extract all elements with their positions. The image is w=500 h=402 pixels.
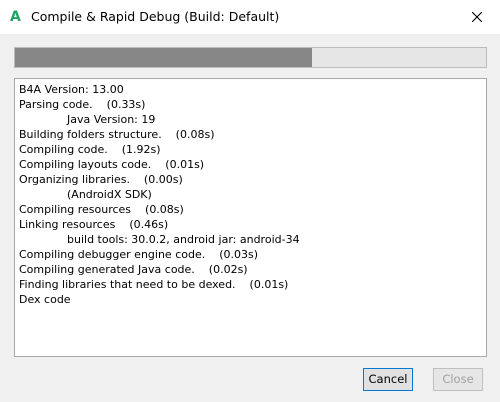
log-line: build tools: 30.0.2, android jar: androi… [67,233,300,246]
log-line: Dex code [19,293,71,306]
close-button[interactable]: Close [433,368,483,391]
log-line: Organizing libraries. (0.00s) [19,173,183,186]
log-line: Linking resources (0.46s) [19,218,169,231]
b4a-app-icon: A [10,9,21,25]
log-line: Finding libraries that need to be dexed.… [19,278,289,291]
log-line: Parsing code. (0.33s) [19,98,146,111]
compile-log[interactable]: B4A Version: 13.00 Parsing code. (0.33s) J… [14,78,487,357]
log-line: Compiling code. (1.92s) [19,143,161,156]
log-line: Compiling debugger engine code. (0.03s) [19,248,259,261]
log-line: Compiling layouts code. (0.01s) [19,158,205,171]
log-line: (AndroidX SDK) [67,188,152,201]
title-bar[interactable]: A Compile & Rapid Debug (Build: Default) [0,0,500,34]
log-line: B4A Version: 13.00 [19,83,124,96]
log-line: Compiling resources (0.08s) [19,203,184,216]
close-icon [472,12,482,22]
progress-fill [15,48,312,67]
window-title: Compile & Rapid Debug (Build: Default) [31,9,280,24]
log-line: Building folders structure. (0.08s) [19,128,215,141]
compile-dialog: A Compile & Rapid Debug (Build: Default)… [0,0,500,402]
window-close-button[interactable] [454,0,500,34]
cancel-button[interactable]: Cancel [363,368,413,391]
log-line: Java Version: 19 [67,113,156,126]
log-line: Compiling generated Java code. (0.02s) [19,263,248,276]
compile-progress-bar [14,47,487,68]
